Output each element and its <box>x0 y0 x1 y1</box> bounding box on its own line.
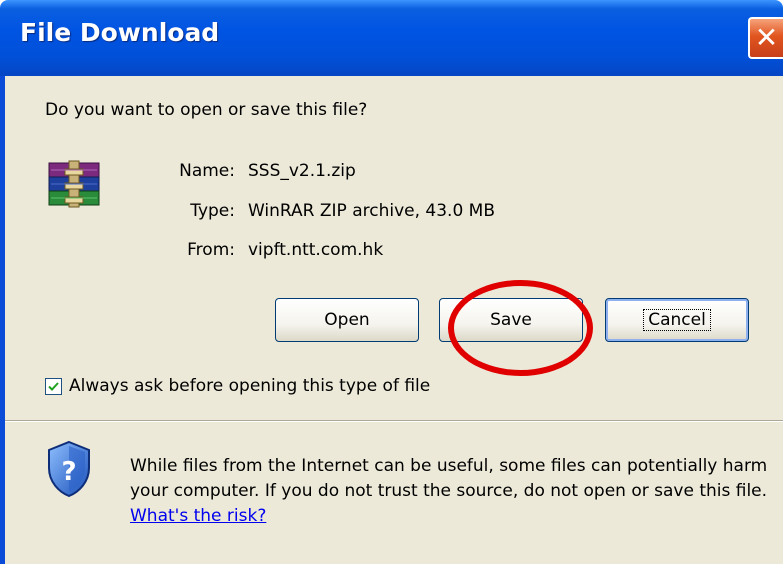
name-label: Name: <box>179 161 235 181</box>
always-ask-checkbox[interactable] <box>45 378 62 395</box>
warning-text: While files from the Internet can be use… <box>130 456 768 501</box>
from-label: From: <box>187 240 235 260</box>
dialog-body: Do you want to open or save this file? N… <box>5 76 783 564</box>
svg-text:?: ? <box>61 457 76 487</box>
open-button[interactable]: Open <box>275 298 419 342</box>
open-button-label: Open <box>324 310 370 330</box>
security-shield-icon: ? <box>48 440 90 498</box>
close-button[interactable]: ✕ <box>748 17 783 59</box>
always-ask-label[interactable]: Always ask before opening this type of f… <box>69 376 430 396</box>
save-button-label: Save <box>490 310 532 330</box>
close-icon: ✕ <box>754 21 779 54</box>
title-bar[interactable]: File Download ✕ <box>0 0 783 76</box>
file-source-value: vipft.ntt.com.hk <box>248 240 384 260</box>
whats-the-risk-link[interactable]: What's the risk? <box>130 506 266 526</box>
window-title: File Download <box>20 18 220 47</box>
save-button[interactable]: Save <box>439 298 583 342</box>
type-label: Type: <box>190 201 235 221</box>
file-type-value: WinRAR ZIP archive, 43.0 MB <box>248 201 496 221</box>
security-warning: While files from the Internet can be use… <box>130 454 770 529</box>
file-name-value: SSS_v2.1.zip <box>248 161 356 181</box>
divider-highlight <box>5 421 783 422</box>
checkmark-icon <box>48 382 59 391</box>
file-download-dialog: File Download ✕ Do you want to open or s… <box>0 0 783 564</box>
cancel-button[interactable]: Cancel <box>605 298 749 342</box>
winrar-archive-icon <box>48 160 100 208</box>
cancel-button-label: Cancel <box>643 309 711 331</box>
dialog-prompt: Do you want to open or save this file? <box>45 100 368 120</box>
